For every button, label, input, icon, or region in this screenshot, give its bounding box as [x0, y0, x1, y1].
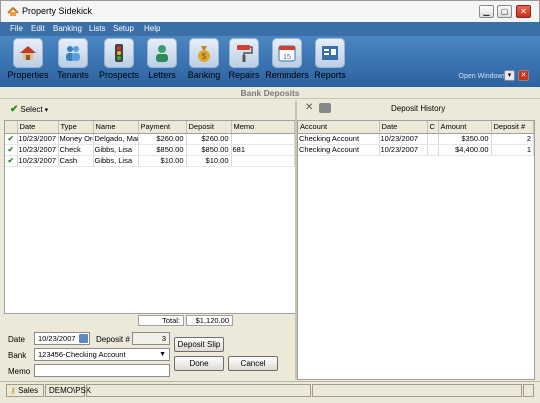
- title-bar: Property Sidekick ▁ ▢ ✕: [0, 0, 540, 22]
- col-header-name[interactable]: Name: [93, 121, 139, 134]
- col-header-type[interactable]: Type: [58, 121, 94, 134]
- close-window-button[interactable]: ✕: [518, 70, 529, 81]
- status-cell-empty: [312, 384, 522, 397]
- print-icon[interactable]: [319, 103, 331, 113]
- total-label: Total:: [138, 315, 184, 326]
- delete-icon[interactable]: ✕: [305, 102, 313, 113]
- toolbar-properties[interactable]: Properties: [6, 38, 50, 80]
- svg-text:$: $: [202, 52, 207, 61]
- menu-setup[interactable]: Setup: [113, 24, 134, 33]
- col-header-check[interactable]: [5, 121, 18, 134]
- grid-header: Date Type Name Payment Deposit Memo: [5, 121, 295, 134]
- toolbar-repairs[interactable]: Repairs: [227, 38, 261, 80]
- col-header-deposit[interactable]: Deposit: [186, 121, 232, 134]
- row-check-icon[interactable]: ✔: [5, 155, 18, 167]
- col-header-deposit-number[interactable]: Deposit #: [491, 121, 534, 134]
- col-header-date[interactable]: Date: [379, 121, 428, 134]
- money-bag-icon: $: [198, 46, 210, 62]
- menu-help[interactable]: Help: [144, 24, 160, 33]
- deposit-grid: Date Type Name Payment Deposit Memo ✔ 10…: [4, 120, 296, 314]
- deposit-number-field[interactable]: 3: [132, 332, 170, 345]
- minimize-button[interactable]: ▁: [479, 5, 494, 18]
- date-label: Date: [8, 335, 25, 344]
- paint-roller-icon: [237, 45, 253, 62]
- calendar-picker-icon[interactable]: [79, 334, 88, 343]
- status-database: DEMO\PSK: [45, 384, 91, 397]
- key-icon: ⚷: [10, 386, 16, 395]
- main-toolbar: Properties Tenants Prospects Letters $ B…: [0, 36, 540, 87]
- menu-bar: File Edit Banking Lists Setup Help: [0, 22, 540, 36]
- status-bar: ⚷ Sales DEMO\PSK: [0, 381, 540, 398]
- svg-text:15: 15: [283, 54, 291, 61]
- deposit-toolbar: ✔ Select ▾: [4, 101, 296, 118]
- traffic-light-icon: [115, 44, 123, 62]
- table-row[interactable]: ✔ 10/23/2007 Money Ord Delgado, Mar $260…: [5, 133, 295, 145]
- col-header-account[interactable]: Account: [298, 121, 380, 134]
- menu-file[interactable]: File: [10, 24, 23, 33]
- toolbar-reminders[interactable]: 15 Reminders: [265, 38, 309, 80]
- deposit-slip-button[interactable]: Deposit Slip: [174, 337, 224, 352]
- table-row[interactable]: Checking Account 10/23/2007 $350.00 2: [298, 133, 534, 145]
- deposit-number-label: Deposit #: [96, 335, 130, 344]
- close-button[interactable]: ✕: [516, 5, 531, 18]
- table-row[interactable]: Checking Account 10/23/2007 $4,400.00 1: [298, 144, 534, 156]
- col-header-c[interactable]: C: [427, 121, 439, 134]
- deposit-form: Date 10/23/2007 Deposit # 3 Deposit Slip…: [4, 329, 296, 380]
- status-user: ⚷ Sales: [6, 384, 44, 397]
- status-cell-empty: [86, 384, 311, 397]
- done-button[interactable]: Done: [174, 356, 224, 371]
- chevron-down-icon: ▼: [159, 351, 166, 358]
- deposit-panel: ✔ Select ▾ Date Type Name Payment Deposi…: [4, 101, 296, 380]
- window-title: Property Sidekick: [22, 6, 93, 16]
- row-check-icon[interactable]: ✔: [5, 133, 18, 145]
- table-row[interactable]: ✔ 10/23/2007 Check Gibbs, Lisa $850.00 $…: [5, 144, 295, 156]
- toolbar-banking[interactable]: $ Banking: [187, 38, 221, 80]
- toolbar-reports[interactable]: Reports: [313, 38, 347, 80]
- bank-select[interactable]: 123456-Checking Account ▼: [34, 348, 170, 361]
- deposit-history-panel: ✕ Deposit History Account Date C Amount …: [297, 101, 535, 380]
- col-header-payment[interactable]: Payment: [138, 121, 187, 134]
- total-value: $1,120.00: [186, 315, 233, 326]
- resize-grip-icon[interactable]: [523, 384, 534, 397]
- grid-header: Account Date C Amount Deposit #: [298, 121, 534, 134]
- memo-field[interactable]: [34, 364, 170, 377]
- open-windows-dropdown-button[interactable]: ▾: [504, 70, 515, 81]
- chevron-down-icon: ▾: [44, 106, 49, 114]
- house-icon: [20, 46, 36, 60]
- select-dropdown-button[interactable]: ✔ Select ▾: [10, 104, 48, 115]
- menu-lists[interactable]: Lists: [89, 24, 105, 33]
- deposit-history-title: Deposit History: [391, 104, 446, 113]
- history-grid: Account Date C Amount Deposit # Checking…: [297, 120, 535, 380]
- bank-label: Bank: [8, 351, 27, 360]
- col-header-memo[interactable]: Memo: [231, 121, 295, 134]
- row-check-icon[interactable]: ✔: [5, 144, 18, 156]
- col-header-date[interactable]: Date: [17, 121, 59, 134]
- person-letter-icon: [156, 45, 168, 62]
- check-icon: ✔: [10, 104, 19, 115]
- toolbar-letters[interactable]: Letters: [146, 38, 178, 80]
- toolbar-prospects[interactable]: Prospects: [97, 38, 141, 80]
- page-title: Bank Deposits: [0, 87, 540, 99]
- calendar-icon: 15: [278, 45, 296, 62]
- people-icon: [66, 46, 80, 61]
- memo-label: Memo: [8, 367, 31, 376]
- app-logo-icon: [7, 7, 19, 16]
- open-windows-label: Open Windows: [458, 73, 506, 80]
- col-header-amount[interactable]: Amount: [438, 121, 492, 134]
- total-row: Total: $1,120.00: [138, 315, 296, 326]
- table-row[interactable]: ✔ 10/23/2007 Cash Gibbs, Lisa $10.00 $10…: [5, 155, 295, 167]
- maximize-button[interactable]: ▢: [497, 5, 512, 18]
- menu-banking[interactable]: Banking: [53, 24, 82, 33]
- cancel-button[interactable]: Cancel: [228, 356, 278, 371]
- menu-edit[interactable]: Edit: [31, 24, 45, 33]
- date-field[interactable]: 10/23/2007: [34, 332, 90, 345]
- report-icon: [322, 46, 338, 60]
- toolbar-tenants[interactable]: Tenants: [55, 38, 91, 80]
